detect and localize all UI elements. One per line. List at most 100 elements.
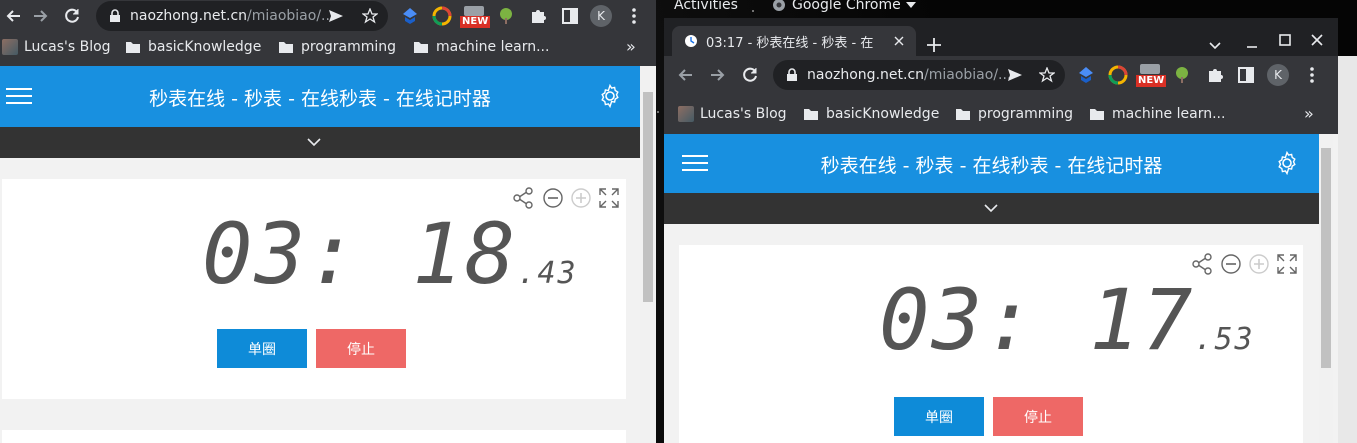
stop-button[interactable]: 停止 — [316, 329, 406, 368]
more-bookmarks-button[interactable]: » — [626, 37, 636, 56]
puzzle-icon[interactable] — [528, 6, 548, 26]
page-title: 秒表在线 - 秒表 - 在线秒表 - 在线记时器 — [149, 88, 491, 110]
activities-button[interactable]: Activities — [674, 0, 738, 13]
back-icon[interactable] — [676, 65, 696, 85]
send-icon[interactable] — [328, 8, 344, 24]
bookmark-folder[interactable]: machine learn... — [1090, 106, 1225, 122]
clock-favicon-icon — [685, 35, 697, 47]
send-icon[interactable] — [1007, 67, 1023, 83]
bookmark-label: basicKnowledge — [826, 106, 940, 122]
tab-title: 03:17 - 秒表在线 - 秒表 - 在 — [706, 35, 874, 51]
blog-favicon-icon — [2, 39, 18, 55]
tree-extension-icon[interactable] — [1172, 65, 1192, 85]
menu-dots-icon[interactable] — [1302, 65, 1322, 85]
url-path: /miaobiao/... — [924, 67, 1012, 83]
page-title: 秒表在线 - 秒表 - 在线秒表 - 在线记时器 — [820, 155, 1163, 177]
folder-icon — [1090, 109, 1104, 120]
reload-icon[interactable] — [62, 6, 82, 26]
gear-icon[interactable] — [598, 84, 622, 108]
close-tab-icon[interactable] — [894, 36, 904, 46]
star-icon[interactable] — [1039, 67, 1055, 83]
stopwatch-card: 03: 18.43 单圈 停止 — [2, 179, 626, 399]
back-icon[interactable] — [4, 6, 24, 26]
left-bookmarks-bar: Lucas's Blog basicKnowledge programming … — [0, 33, 656, 66]
bookmark-label: basicKnowledge — [148, 39, 262, 55]
sidebar-icon[interactable] — [560, 6, 580, 26]
bookmark-folder[interactable]: basicKnowledge — [126, 39, 261, 55]
right-address-bar[interactable]: naozhong.net.cn/miaobiao/... — [773, 60, 1065, 90]
profile-avatar[interactable]: K — [590, 5, 612, 27]
lap-button[interactable]: 单圈 — [894, 397, 984, 436]
time-main: 03: 17 — [879, 271, 1195, 369]
background-window-edge — [1338, 56, 1357, 443]
more-bookmarks-button[interactable]: » — [1304, 104, 1314, 123]
gear-icon[interactable] — [1275, 151, 1299, 175]
page-scrollbar[interactable] — [1319, 134, 1333, 443]
bookmark-folder[interactable]: machine learn... — [414, 39, 549, 55]
sidebar-icon[interactable] — [1236, 65, 1256, 85]
collapse-bar[interactable] — [664, 193, 1319, 224]
reload-icon[interactable] — [740, 65, 760, 85]
url-host: naozhong.net.cn — [807, 67, 925, 83]
forward-icon[interactable] — [707, 65, 727, 85]
new-tab-icon[interactable] — [927, 38, 941, 52]
star-dot — [657, 111, 659, 113]
chevron-down-icon[interactable] — [307, 138, 321, 147]
fullscreen-icon[interactable] — [1276, 253, 1298, 275]
bookmark-item[interactable]: Lucas's Blog — [2, 39, 111, 55]
time-main: 03: 18 — [202, 205, 518, 303]
fullscreen-icon[interactable] — [598, 187, 620, 209]
active-tab[interactable]: 03:17 - 秒表在线 - 秒表 - 在 — [672, 26, 916, 56]
folder-icon — [126, 42, 140, 53]
lap-button[interactable]: 单圈 — [217, 329, 307, 368]
tree-extension-icon[interactable] — [496, 6, 516, 26]
url-path: /miaobiao/... — [247, 8, 335, 24]
tab-strip: 03:17 - 秒表在线 - 秒表 - 在 — [664, 18, 1338, 56]
bookmark-item[interactable]: Lucas's Blog — [678, 106, 787, 122]
chrome-icon — [773, 0, 785, 11]
scrollbar-thumb[interactable] — [643, 92, 653, 302]
extension-new-badge[interactable]: NEW — [1136, 62, 1167, 88]
new-badge-label: NEW — [460, 16, 491, 28]
menu-dots-icon[interactable] — [624, 6, 644, 26]
right-bookmarks-bar: Lucas's Blog basicKnowledge programming … — [664, 94, 1338, 134]
lock-icon — [787, 68, 797, 81]
bookmark-label: programming — [301, 39, 397, 55]
chevron-down-icon[interactable] — [984, 204, 998, 213]
new-badge-label: NEW — [1136, 75, 1167, 87]
app-menu-label: Google Chrome — [792, 0, 901, 13]
puzzle-icon[interactable] — [1205, 65, 1225, 85]
stopwatch-display: 03: 17.53 — [879, 271, 1255, 369]
folder-icon — [956, 109, 970, 120]
forward-icon[interactable] — [30, 6, 50, 26]
profile-avatar[interactable]: K — [1267, 64, 1289, 86]
page-scrollbar[interactable] — [640, 66, 656, 443]
extension-icon[interactable] — [432, 6, 452, 26]
star-icon[interactable] — [362, 8, 378, 24]
scrollbar-thumb[interactable] — [1321, 148, 1331, 368]
minimize-icon[interactable] — [1246, 36, 1258, 48]
left-address-bar[interactable]: naozhong.net.cn/miaobiao/... — [96, 1, 388, 31]
site-header: 秒表在线 - 秒表 - 在线秒表 - 在线记时器 — [0, 66, 640, 127]
stopwatch-card: 03: 17.53 单圈 停止 — [679, 245, 1303, 443]
extension-icon[interactable] — [400, 6, 420, 26]
left-page: 秒表在线 - 秒表 - 在线秒表 - 在线记时器 03: 18.43 单圈 停止 — [0, 66, 656, 443]
bookmark-folder[interactable]: programming — [956, 106, 1073, 122]
close-window-icon[interactable] — [1311, 34, 1323, 46]
bookmark-folder[interactable]: programming — [279, 39, 396, 55]
extension-icon[interactable] — [1076, 65, 1096, 85]
url-host: naozhong.net.cn — [130, 8, 248, 24]
site-header: 秒表在线 - 秒表 - 在线秒表 - 在线记时器 — [664, 134, 1319, 193]
time-fraction: .53 — [1194, 322, 1255, 357]
maximize-icon[interactable] — [1279, 34, 1291, 46]
bookmark-label: programming — [978, 106, 1074, 122]
tab-search-icon[interactable] — [1209, 42, 1221, 50]
app-menu[interactable]: Google Chrome — [772, 0, 916, 13]
extension-new-badge[interactable]: NEW — [460, 4, 491, 28]
extension-icon[interactable] — [1108, 65, 1128, 85]
stop-button[interactable]: 停止 — [993, 397, 1083, 436]
collapse-bar[interactable] — [0, 127, 640, 158]
lock-icon — [110, 9, 120, 22]
bookmark-folder[interactable]: basicKnowledge — [804, 106, 939, 122]
left-browser-window: naozhong.net.cn/miaobiao/... NEW K Lucas… — [0, 0, 656, 443]
